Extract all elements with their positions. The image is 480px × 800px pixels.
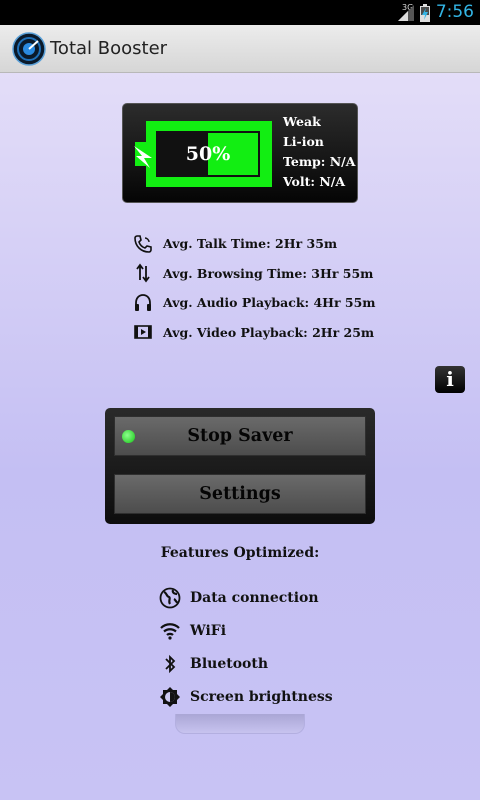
usage-row-talk: Avg. Talk Time: 2Hr 35m xyxy=(130,229,376,259)
talk-time-text: Avg. Talk Time: 2Hr 35m xyxy=(163,236,338,252)
usage-row-video: Avg. Video Playback: 2Hr 25m xyxy=(130,318,376,348)
browsing-time-text: Avg. Browsing Time: 3Hr 55m xyxy=(163,265,374,281)
feature-label: Bluetooth xyxy=(190,655,269,672)
battery-volt: Volt: N/A xyxy=(283,174,346,189)
features-list: Data connection WiFi Bluetooth Screen br… xyxy=(158,581,333,713)
video-playback-text: Avg. Video Playback: 2Hr 25m xyxy=(163,324,375,340)
feature-screen-brightness: Screen brightness xyxy=(158,680,333,713)
feature-bluetooth: Bluetooth xyxy=(158,647,333,680)
data-arrows-icon xyxy=(130,263,156,283)
action-bar: Total Booster xyxy=(0,25,480,73)
info-button[interactable]: i xyxy=(435,366,465,393)
wifi-icon xyxy=(158,619,182,643)
main-content: 50% Weak Li-ion Temp: N/A Volt: N/A Avg.… xyxy=(0,73,480,800)
battery-level-meter: 50% xyxy=(156,131,260,177)
control-panel: Stop Saver Settings xyxy=(105,408,375,524)
features-title: Features Optimized: xyxy=(160,545,320,561)
lightning-bolt-icon xyxy=(134,146,152,168)
battery-technology: Li-ion xyxy=(283,134,324,149)
status-bar: 3G 7:56 xyxy=(0,0,480,25)
clock: 7:56 xyxy=(435,2,474,22)
battery-health: Weak xyxy=(283,114,321,129)
audio-playback-text: Avg. Audio Playback: 4Hr 55m xyxy=(163,295,376,311)
usage-estimates: Avg. Talk Time: 2Hr 35m Avg. Browsing Ti… xyxy=(130,229,376,347)
video-icon xyxy=(130,322,156,342)
battery-charging-icon xyxy=(419,3,430,22)
usage-row-audio: Avg. Audio Playback: 4Hr 55m xyxy=(130,288,376,318)
phone-icon xyxy=(130,234,156,254)
app-title: Total Booster xyxy=(50,38,168,59)
settings-button[interactable]: Settings xyxy=(114,474,366,514)
globe-icon xyxy=(158,586,182,610)
headphones-icon xyxy=(130,293,156,313)
battery-info: Weak Li-ion Temp: N/A Volt: N/A xyxy=(283,112,355,192)
app-logo-icon[interactable] xyxy=(12,32,46,66)
brightness-icon xyxy=(158,685,182,709)
signal-icon xyxy=(397,4,414,21)
stop-saver-button[interactable]: Stop Saver xyxy=(114,416,366,456)
feature-label: Screen brightness xyxy=(190,688,333,705)
usage-row-browsing: Avg. Browsing Time: 3Hr 55m xyxy=(130,259,376,289)
feature-wifi: WiFi xyxy=(158,614,333,647)
battery-percent: 50% xyxy=(185,143,231,165)
drawer-handle[interactable] xyxy=(175,714,305,734)
feature-label: WiFi xyxy=(190,622,227,639)
status-led-icon xyxy=(122,430,135,443)
bluetooth-icon xyxy=(158,652,182,676)
battery-card: 50% Weak Li-ion Temp: N/A Volt: N/A xyxy=(122,103,358,203)
stop-saver-label: Stop Saver xyxy=(187,426,293,446)
settings-label: Settings xyxy=(199,484,281,504)
battery-temp: Temp: N/A xyxy=(283,154,356,169)
feature-data-connection: Data connection xyxy=(158,581,333,614)
feature-label: Data connection xyxy=(190,589,319,606)
